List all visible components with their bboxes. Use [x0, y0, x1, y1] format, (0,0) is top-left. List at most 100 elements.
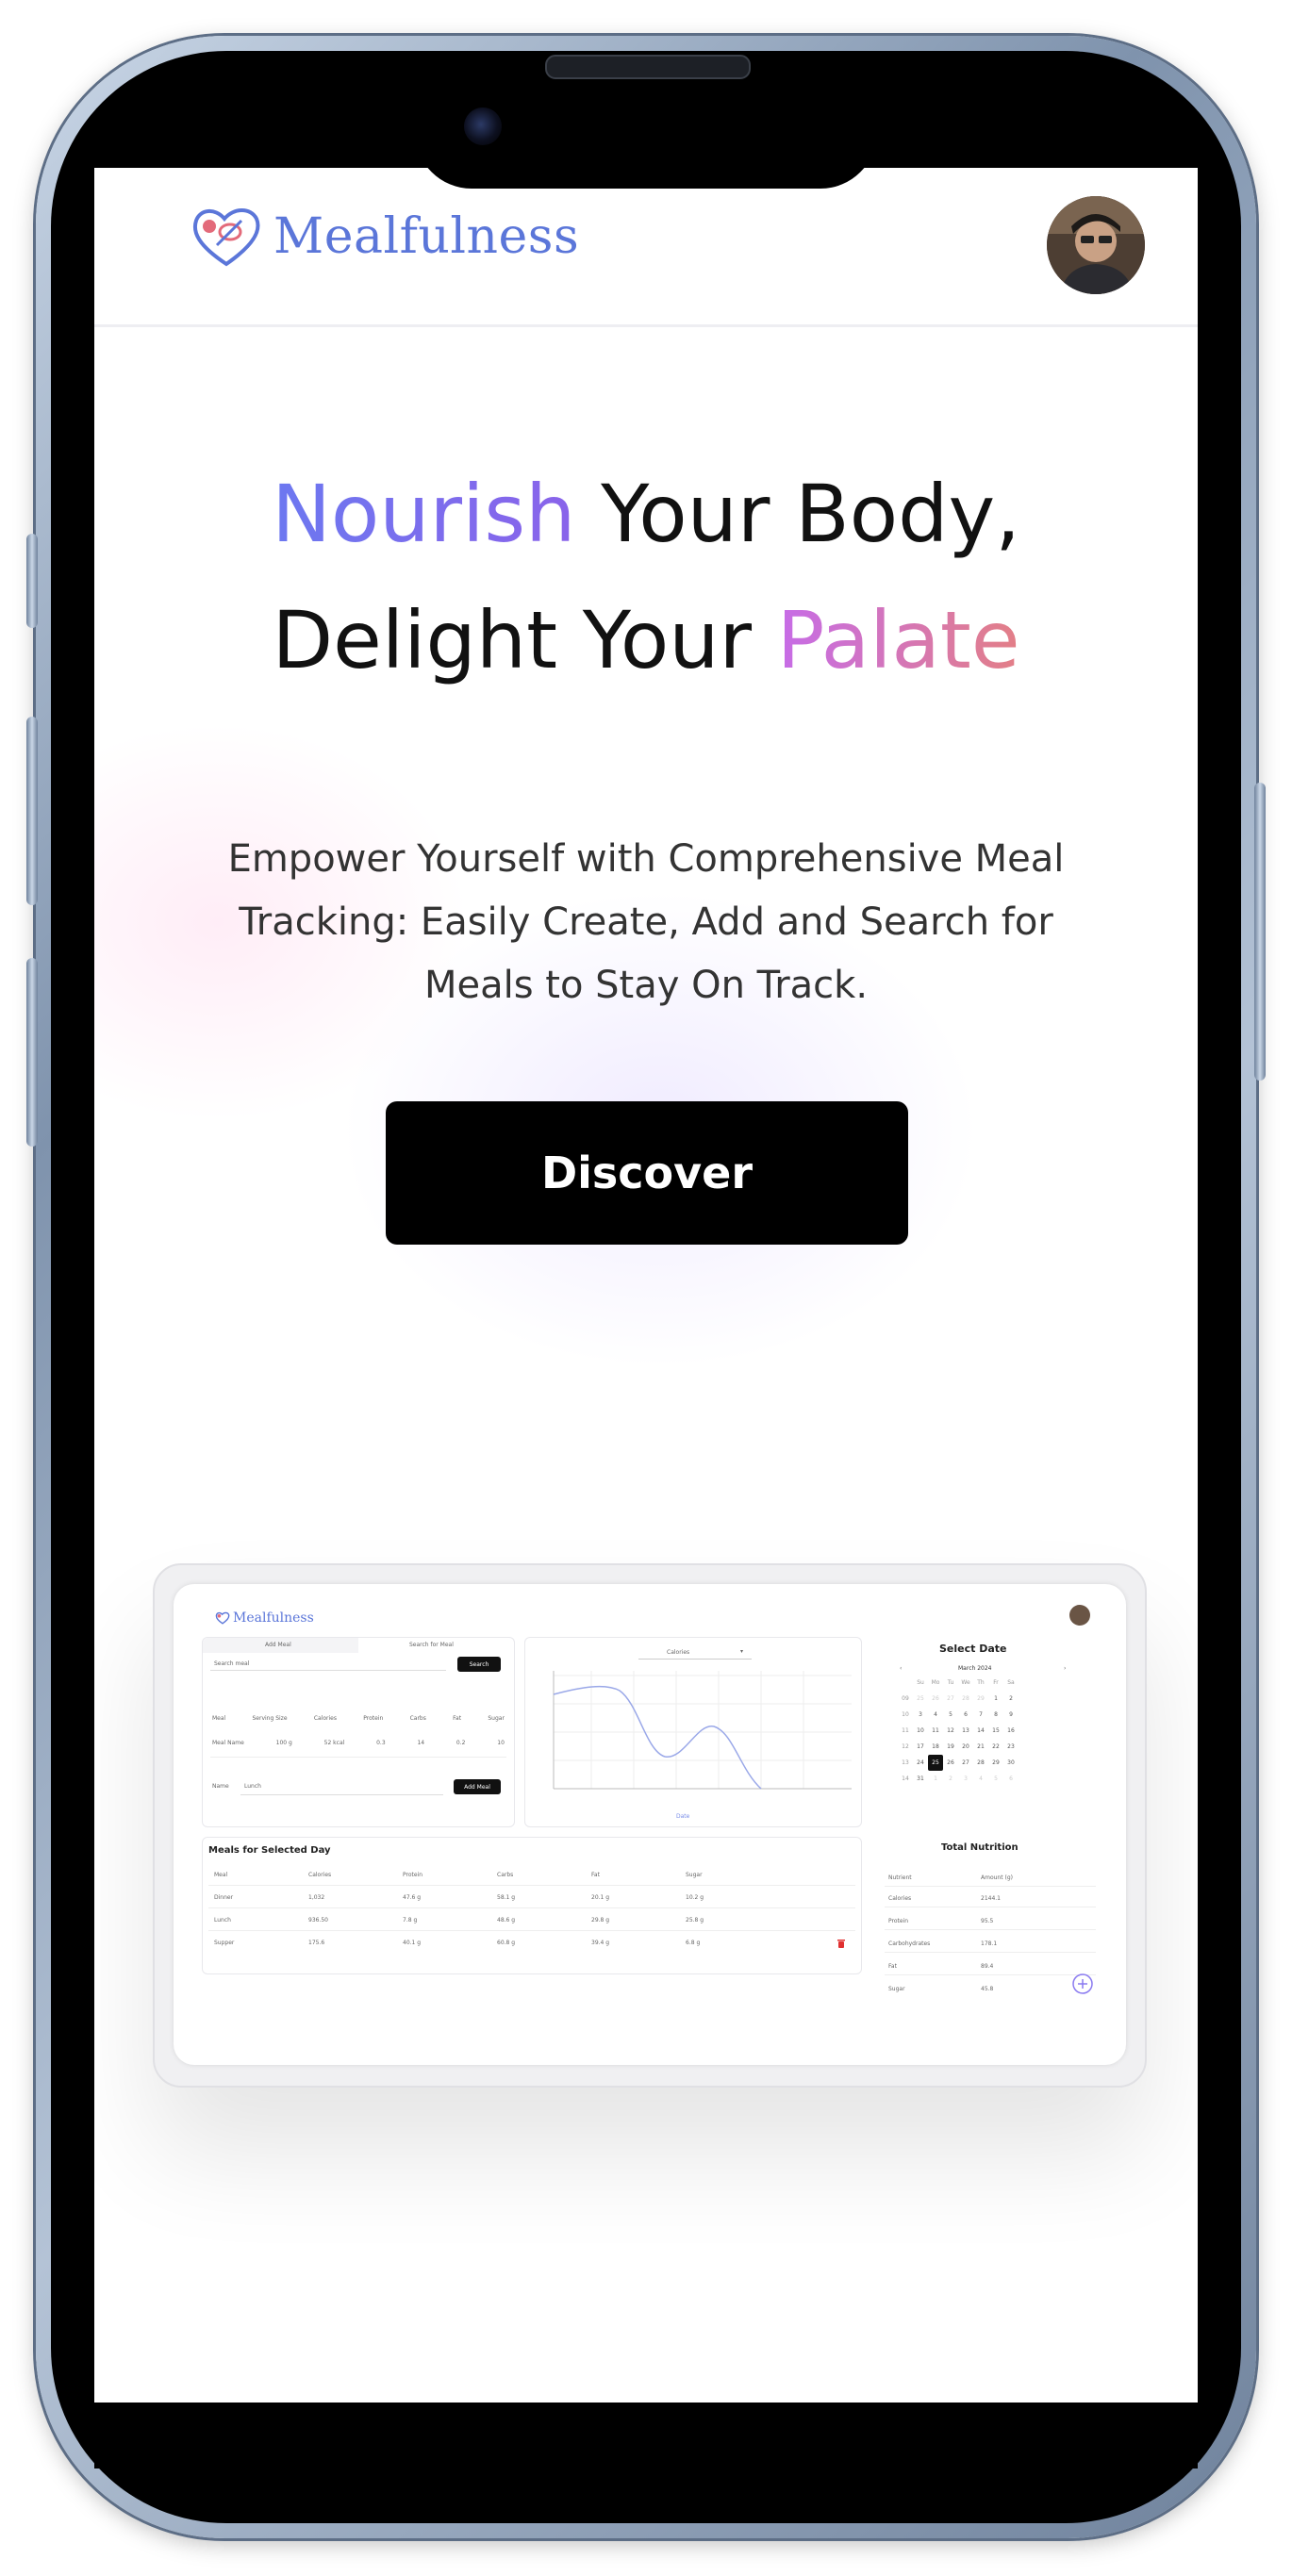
calendar-day[interactable]: 12 — [943, 1723, 958, 1739]
meals-col-header: Calories — [308, 1872, 332, 1878]
calendar-week-number: 14 — [902, 1775, 909, 1782]
calendar-day[interactable]: 7 — [973, 1707, 988, 1723]
select-date-panel: Select Date March 2024 ‹ › Su Mo Tu We T… — [871, 1637, 1107, 1825]
total-nutrient-name: Protein — [888, 1918, 909, 1924]
table-row[interactable]: Meal Name 100 g 52 kcal 0.3 14 0.2 10 — [212, 1740, 505, 1746]
hero-title-accent-palate: Palate — [776, 594, 1020, 686]
user-avatar[interactable] — [1047, 196, 1145, 294]
total-nutrient-amount: 95.5 — [981, 1918, 994, 1924]
meals-col-header: Protein — [403, 1872, 423, 1878]
calendar-day[interactable]: 17 — [913, 1739, 928, 1755]
meals-cell: Dinner — [214, 1894, 234, 1901]
calendar-day[interactable]: 27 — [958, 1755, 973, 1771]
meals-col-header: Meal — [214, 1872, 228, 1878]
calendar-weekday: Su — [917, 1679, 924, 1686]
meal-cell: 0.2 — [456, 1740, 466, 1746]
search-input-underline — [210, 1670, 446, 1671]
volume-up-button — [26, 717, 38, 905]
tab-search-meal-label: Search for Meal — [409, 1642, 454, 1648]
meal-cell: 14 — [417, 1740, 425, 1746]
calendar-day[interactable]: 6 — [958, 1707, 973, 1723]
calendar-day[interactable]: 2 — [1003, 1691, 1019, 1707]
calendar-day[interactable]: 31 — [913, 1771, 928, 1787]
chevron-left-icon[interactable]: ‹ — [900, 1665, 902, 1672]
discover-button[interactable]: Discover — [386, 1101, 908, 1245]
calendar-day[interactable]: 9 — [1003, 1707, 1019, 1723]
calendar-day[interactable]: 19 — [943, 1739, 958, 1755]
total-nutrient-amount: 178.1 — [981, 1940, 998, 1947]
meal-cell: 10 — [497, 1740, 505, 1746]
table-row[interactable]: Lunch 936.50 7.8 g 48.6 g 29.8 g 25.8 g — [214, 1917, 742, 1924]
calendar-week-number: 11 — [902, 1727, 909, 1734]
calendar-day-selected[interactable]: 25 — [928, 1755, 943, 1771]
calendar-grid: Su Mo Tu We Th Fr Sa 09 25 26 27 28 29 1… — [898, 1675, 1019, 1787]
total-nutrient-name: Fat — [888, 1963, 897, 1970]
calendar-day[interactable]: 24 — [913, 1755, 928, 1771]
tab-search-meal[interactable]: Search for Meal — [358, 1638, 514, 1653]
calendar-day[interactable]: 5 — [943, 1707, 958, 1723]
calendar-day[interactable]: 26 — [943, 1755, 958, 1771]
calendar-day[interactable]: 15 — [988, 1723, 1003, 1739]
screen-bottom-bezel — [94, 2403, 1198, 2469]
calendar-day[interactable]: 29 — [973, 1691, 988, 1707]
trash-icon[interactable] — [836, 1938, 846, 1949]
calendar-day[interactable]: 18 — [928, 1739, 943, 1755]
divider — [885, 1974, 1096, 1975]
calendar-day[interactable]: 2 — [943, 1771, 958, 1787]
meals-cell: 1,032 — [308, 1894, 325, 1901]
calendar-day[interactable]: 20 — [958, 1739, 973, 1755]
calendar-day[interactable]: 28 — [973, 1755, 988, 1771]
calendar-day[interactable]: 22 — [988, 1739, 1003, 1755]
calendar-day[interactable]: 3 — [913, 1707, 928, 1723]
calendar-day[interactable]: 28 — [958, 1691, 973, 1707]
calendar-day[interactable]: 23 — [1003, 1739, 1019, 1755]
calendar-day[interactable]: 27 — [943, 1691, 958, 1707]
calendar-day[interactable]: 3 — [958, 1771, 973, 1787]
search-button[interactable]: Search — [457, 1657, 501, 1672]
total-nutrient-amount: 45.8 — [981, 1986, 994, 1992]
calendar-day[interactable]: 1 — [988, 1691, 1003, 1707]
calendar-day[interactable]: 4 — [928, 1707, 943, 1723]
calendar-day[interactable]: 30 — [1003, 1755, 1019, 1771]
calendar-day[interactable]: 13 — [958, 1723, 973, 1739]
calendar-day[interactable]: 14 — [973, 1723, 988, 1739]
calendar-weekday: Tu — [947, 1679, 954, 1686]
calendar-day[interactable]: 29 — [988, 1755, 1003, 1771]
add-meal-button[interactable]: Add Meal — [454, 1779, 501, 1794]
calendar-day[interactable]: 6 — [1003, 1771, 1019, 1787]
meals-table-header: Meal Calories Protein Carbs Fat Sugar — [214, 1872, 742, 1878]
calendar-day[interactable]: 10 — [913, 1723, 928, 1739]
calendar-day[interactable]: 16 — [1003, 1723, 1019, 1739]
calendar-week-number: 09 — [902, 1695, 909, 1702]
calendar-day[interactable]: 26 — [928, 1691, 943, 1707]
calendar-weekday: Fr — [993, 1679, 999, 1686]
calendar-day[interactable]: 21 — [973, 1739, 988, 1755]
calendar-week-number: 10 — [902, 1711, 909, 1718]
search-input[interactable]: Search meal — [214, 1660, 249, 1667]
table-row[interactable]: Dinner 1,032 47.6 g 58.1 g 20.1 g 10.2 g — [214, 1894, 742, 1901]
meal-cell: 100 g — [275, 1740, 292, 1746]
table-row[interactable]: Supper 175.6 40.1 g 60.8 g 39.4 g 6.8 g — [214, 1940, 742, 1946]
meal-col-header: Sugar — [488, 1715, 505, 1722]
tab-add-meal[interactable]: Add Meal — [203, 1638, 358, 1653]
calendar-day[interactable]: 25 — [913, 1691, 928, 1707]
total-nutrient-name: Sugar — [888, 1986, 905, 1992]
brand-logo[interactable]: Mealfulness — [189, 204, 579, 270]
add-circle-icon[interactable] — [1071, 1973, 1094, 1995]
meal-cell: 52 kcal — [323, 1740, 345, 1746]
speaker-grille — [545, 55, 751, 79]
total-nutrition-panel: Total Nutrition Nutrient Amount (g) Calo… — [871, 1837, 1107, 2063]
meals-title: Meals for Selected Day — [208, 1845, 331, 1856]
chevron-right-icon[interactable]: › — [1064, 1665, 1066, 1672]
name-input[interactable]: Lunch — [244, 1783, 261, 1790]
power-button — [1254, 783, 1266, 1081]
meal-cell: Meal Name — [212, 1740, 244, 1746]
calendar-weekday: Sa — [1007, 1679, 1015, 1686]
screen: Mealfulness Nourish Your Body, Delight Y… — [94, 168, 1198, 2403]
chart-metric-select[interactable]: Calories ▾ — [638, 1647, 752, 1660]
calendar-day[interactable]: 1 — [928, 1771, 943, 1787]
calendar-day[interactable]: 8 — [988, 1707, 1003, 1723]
calendar-day[interactable]: 11 — [928, 1723, 943, 1739]
calendar-day[interactable]: 4 — [973, 1771, 988, 1787]
calendar-day[interactable]: 5 — [988, 1771, 1003, 1787]
